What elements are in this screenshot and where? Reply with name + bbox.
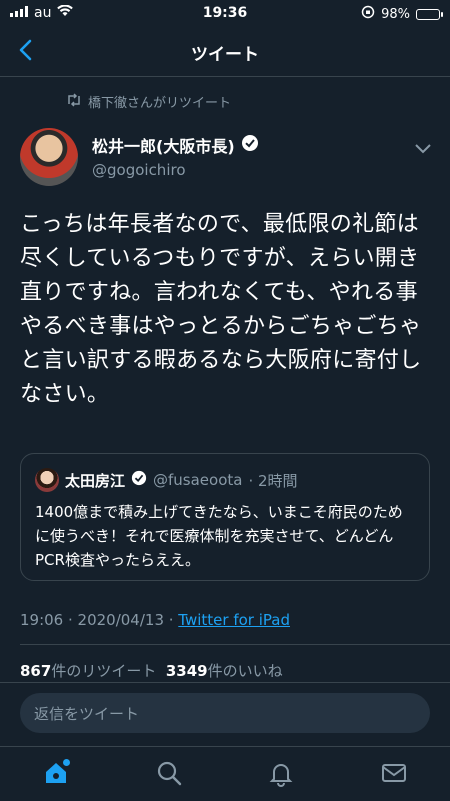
author-avatar[interactable] — [20, 128, 78, 186]
verified-badge-icon — [241, 134, 259, 156]
likes-label[interactable]: 件のいいね — [208, 662, 283, 680]
retweet-context: 橋下徹さんがリツイート — [66, 92, 231, 111]
author-info[interactable]: 松井一郎(大阪市長) @gogoichiro — [92, 133, 259, 179]
quote-time: · 2時間 — [248, 471, 298, 490]
quote-text: 1400億まで積み上げてきたなら、いまこそ府民のために使うべき！それで医療体制を… — [35, 503, 403, 569]
likes-count[interactable]: 3349 — [166, 662, 208, 680]
retweet-icon — [66, 92, 82, 111]
quoted-tweet[interactable]: 太田房江 @fusaeoota · 2時間 1400億まで積み上げてきたなら、い… — [20, 453, 430, 581]
quote-avatar — [35, 468, 59, 492]
retweet-context-label[interactable]: 橋下徹さんがリツイート — [88, 92, 231, 111]
battery-icon — [416, 8, 443, 20]
author-handle[interactable]: @gogoichiro — [92, 161, 259, 179]
reply-input[interactable]: 返信をツイート — [20, 693, 430, 733]
reply-bar: 返信をツイート — [0, 682, 450, 747]
tab-bar — [0, 746, 450, 801]
divider — [20, 644, 450, 645]
orientation-lock-icon — [361, 5, 375, 23]
nav-bar: ツイート — [0, 26, 450, 77]
author-name[interactable]: 松井一郎(大阪市長) — [92, 133, 235, 157]
quote-author-name: 太田房江 — [65, 471, 126, 490]
chevron-down-icon[interactable] — [414, 140, 432, 159]
tweet-source-link[interactable]: Twitter for iPad — [178, 611, 290, 629]
home-icon[interactable] — [42, 759, 70, 787]
retweets-label[interactable]: 件のリツイート — [51, 662, 156, 680]
tweet-meta: 19:06 · 2020/04/13 · Twitter for iPad — [20, 611, 290, 629]
search-icon[interactable] — [155, 759, 183, 787]
tweet-stats: 867件のリツイート 3349件のいいね — [20, 660, 283, 680]
messages-icon[interactable] — [380, 759, 408, 787]
retweets-count[interactable]: 867 — [20, 662, 51, 680]
verified-badge-icon — [131, 470, 147, 490]
page-title: ツイート — [191, 45, 259, 65]
unread-dot — [63, 759, 70, 766]
tweet-timestamp: 19:06 · 2020/04/13 · — [20, 611, 179, 629]
notifications-icon[interactable] — [267, 759, 295, 787]
tweet-text: こっちは年長者なので、最低限の礼節は尽くしているつもりですが、えらい開き直りです… — [20, 212, 422, 407]
battery-percent: 98% — [381, 6, 410, 22]
status-bar: au 19:36 98% — [0, 0, 450, 26]
quote-author-handle: @fusaeoota — [153, 471, 243, 489]
